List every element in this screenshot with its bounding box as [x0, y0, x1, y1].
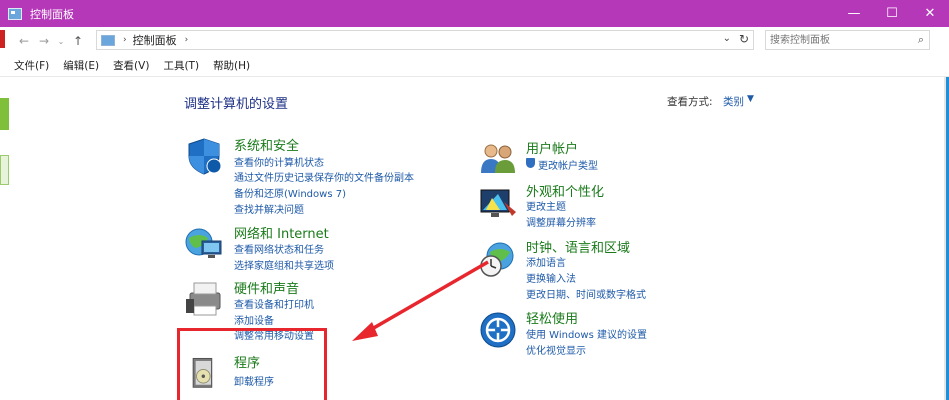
breadcrumb-control-panel[interactable]: 控制面板 [133, 32, 177, 48]
category-title[interactable]: 用户帐户 [526, 138, 578, 157]
control-panel-location-icon [101, 34, 115, 46]
window-controls: — ☐ ✕ [835, 0, 949, 27]
caret-down-icon[interactable]: ▼ [747, 94, 754, 104]
printer-icon[interactable] [184, 279, 224, 319]
title-bar: 控制面板 — ☐ ✕ [0, 0, 949, 27]
address-dropdown-icon[interactable]: ⌄ [723, 33, 731, 44]
link-file-history[interactable]: 通过文件历史记录保存你的文件备份副本 [234, 169, 414, 184]
search-icon[interactable]: ⌕ [918, 33, 924, 47]
link-homegroup[interactable]: 选择家庭组和共享选项 [234, 257, 334, 272]
background-window-edge [0, 30, 5, 48]
link-devices-printers[interactable]: 查看设备和打印机 [234, 296, 314, 311]
search-input[interactable] [770, 32, 910, 48]
clock-globe-icon[interactable] [478, 240, 518, 280]
network-globe-icon[interactable] [184, 224, 224, 264]
menu-file[interactable]: 文件(F) [14, 58, 49, 73]
search-box[interactable]: ⌕ [765, 30, 930, 50]
link-add-device[interactable]: 添加设备 [234, 312, 274, 327]
minimize-button[interactable]: — [835, 0, 873, 27]
background-window-edge [0, 155, 9, 185]
category-title[interactable]: 硬件和声音 [234, 278, 299, 297]
shield-icon[interactable] [184, 136, 224, 176]
link-change-theme[interactable]: 更改主题 [526, 198, 566, 213]
chevron-right-icon[interactable]: › [123, 35, 127, 45]
link-change-account-type[interactable]: 更改帐户类型 [538, 157, 598, 172]
window-title: 控制面板 [30, 7, 74, 21]
category-title[interactable]: 网络和 Internet [234, 223, 329, 242]
view-by-label: 查看方式: [667, 96, 713, 108]
link-change-input-method[interactable]: 更换输入法 [526, 270, 576, 285]
link-optimize-display[interactable]: 优化视觉显示 [526, 342, 586, 357]
maximize-button[interactable]: ☐ [873, 0, 911, 27]
highlight-box [177, 328, 327, 400]
uac-shield-icon [526, 158, 535, 168]
close-button[interactable]: ✕ [911, 0, 949, 27]
menu-bar: 文件(F) 编辑(E) 查看(V) 工具(T) 帮助(H) [0, 55, 949, 77]
link-date-time-format[interactable]: 更改日期、时间或数字格式 [526, 286, 646, 301]
link-backup-restore[interactable]: 备份和还原(Windows 7) [234, 185, 346, 200]
users-icon[interactable] [478, 139, 518, 179]
page-title: 调整计算机的设置 [184, 97, 289, 112]
address-box[interactable]: › 控制面板 › ⌄ ↻ [96, 30, 754, 50]
menu-view[interactable]: 查看(V) [113, 58, 149, 73]
recent-locations-chevron-icon[interactable]: ⌄ [54, 31, 68, 51]
background-window-edge [0, 98, 9, 130]
control-panel-icon [8, 7, 22, 20]
forward-arrow-icon[interactable]: → [34, 31, 54, 51]
menu-edit[interactable]: 编辑(E) [63, 58, 99, 73]
chevron-right-icon[interactable]: › [185, 35, 189, 45]
menu-help[interactable]: 帮助(H) [213, 58, 250, 73]
address-toolbar: ← → ⌄ ↑ › 控制面板 › ⌄ ↻ ⌕ [0, 27, 949, 55]
link-recommended-settings[interactable]: 使用 Windows 建议的设置 [526, 326, 647, 341]
category-title[interactable]: 系统和安全 [234, 135, 299, 154]
category-title[interactable]: 轻松使用 [526, 308, 578, 327]
view-by-dropdown[interactable]: 类别 [723, 94, 744, 109]
link-add-language[interactable]: 添加语言 [526, 254, 566, 269]
ease-of-access-icon[interactable] [478, 310, 518, 350]
link-troubleshoot[interactable]: 查找并解决问题 [234, 201, 304, 216]
link-screen-resolution[interactable]: 调整屏幕分辨率 [526, 214, 596, 229]
back-arrow-icon[interactable]: ← [14, 31, 34, 51]
up-arrow-icon[interactable]: ↑ [68, 31, 88, 51]
menu-tools[interactable]: 工具(T) [163, 58, 199, 73]
appearance-monitor-icon[interactable] [478, 184, 518, 224]
link-network-status[interactable]: 查看网络状态和任务 [234, 241, 324, 256]
refresh-icon[interactable]: ↻ [739, 32, 749, 46]
link-view-computer-status[interactable]: 查看你的计算机状态 [234, 154, 324, 169]
